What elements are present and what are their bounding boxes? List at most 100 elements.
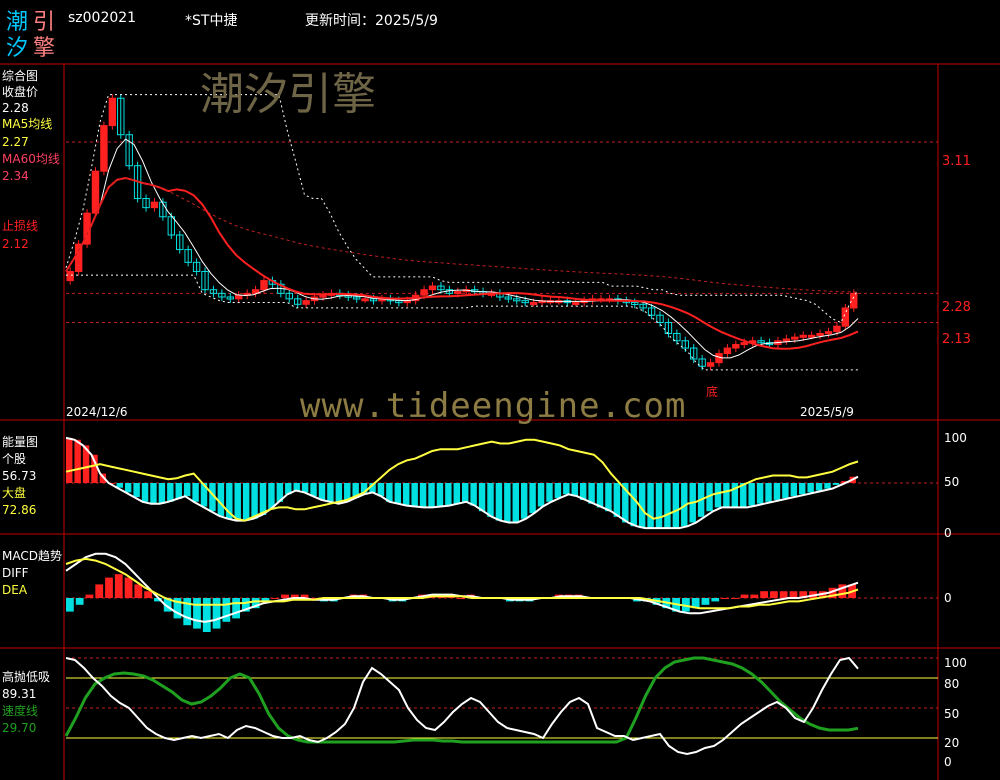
close-label: 收盘价 [2,85,39,99]
candle-body [824,331,833,335]
energy-bar [782,483,789,499]
candle-body [108,97,117,127]
macd-bar [114,574,123,598]
osc-value: 89.31 [2,687,37,701]
osc-speed-label: 速度线 [2,704,39,718]
energy-bar [520,483,528,519]
candle-body [529,301,538,305]
candle-body [235,294,243,300]
energy-bar [563,483,570,495]
macd-bar [701,598,710,605]
macd-bar [740,594,749,598]
macd-bar [212,598,221,629]
energy-bar [748,483,755,506]
energy-bar [672,483,680,529]
macd-tick-0: 0 [944,591,952,605]
energy-bar [655,483,663,529]
stop-label: 止损线 [2,219,39,233]
energy-market-line [65,438,859,522]
energy-bar [815,483,823,491]
candle-body [723,347,732,355]
macd-bar [271,598,280,599]
macd-bar [779,591,788,598]
candle-body [807,334,816,338]
energy-bar [327,483,334,502]
main-tick-3: 2.13 [942,332,971,347]
main-title: 综合图 [2,69,39,83]
energy-bar [832,483,840,485]
energy-bar [647,483,654,529]
energy-bar [470,483,477,506]
candle-body [816,332,824,336]
energy-title: 能量图 [2,435,39,449]
energy-bar [554,483,562,499]
candle-body [260,280,268,291]
energy-bar [419,483,427,508]
energy-bar [183,483,191,497]
ma60-label: MA60均线 [2,152,60,166]
macd-bar [730,598,739,599]
trend-band [65,177,859,293]
upper-band [65,94,859,324]
energy-bar [251,483,258,519]
ma5-value: 2.27 [2,135,29,149]
macd-bar [281,594,289,598]
energy-bar [436,483,444,507]
macd-bar [232,598,240,619]
date-end: 2025/5/9 [800,405,854,419]
energy-bar [462,483,469,502]
osc-tick-0: 0 [944,755,952,769]
macd-bar [134,584,143,598]
energy-bar [133,483,140,498]
energy-bar [217,483,225,516]
macd-diff-label: DIFF [2,566,29,580]
energy-bar [630,483,637,527]
date-start: 2024/12/6 [66,405,128,419]
macd-bar [95,584,104,598]
energy-bar [124,483,132,493]
energy-bar [453,483,460,504]
macd-bar [105,577,113,598]
energy-bar [478,483,486,512]
energy-bar [596,483,604,508]
energy-bar [301,483,309,493]
candle-body [454,291,462,295]
ma60-line [65,176,859,350]
macd-dea-label: DEA [2,583,28,597]
osc-tick-100: 100 [944,656,967,670]
energy-bar [150,483,157,504]
candle-body [833,325,841,333]
candle-body [420,289,428,296]
candle-body [361,298,369,302]
energy-bar [537,483,545,507]
macd-bar [66,598,74,612]
energy-bar [756,483,764,504]
energy-bar [723,483,730,508]
candle-body [841,307,850,327]
energy-bar [790,483,798,497]
energy-bar [158,483,166,504]
energy-bar [773,483,781,500]
candle-body [66,270,74,282]
energy-bar [428,483,435,508]
energy-bar [403,483,410,506]
energy-bar [512,483,519,523]
main-tick-1: 3.11 [942,154,971,169]
chart-stage: 潮 引 汐 擎 sz002021 *ST中捷 更新时间：2025/5/9 综合图… [0,0,1000,780]
energy-bar [807,483,814,493]
energy-market-label: 大盘 [2,486,27,500]
osc-title: 高抛低吸 [2,670,51,684]
energy-bar [167,483,174,502]
macd-bar [144,591,152,598]
energy-bar [546,483,553,502]
macd-bar [124,577,133,598]
candle-body [100,125,108,172]
speed-line [64,656,859,744]
energy-bar [74,439,81,483]
watermark-cn: 潮汐引擎 [200,69,376,120]
energy-bar [293,483,300,491]
energy-bar [234,483,241,521]
energy-bar [66,437,73,483]
macd-bar [750,594,759,598]
ma60-value: 2.34 [2,169,29,183]
